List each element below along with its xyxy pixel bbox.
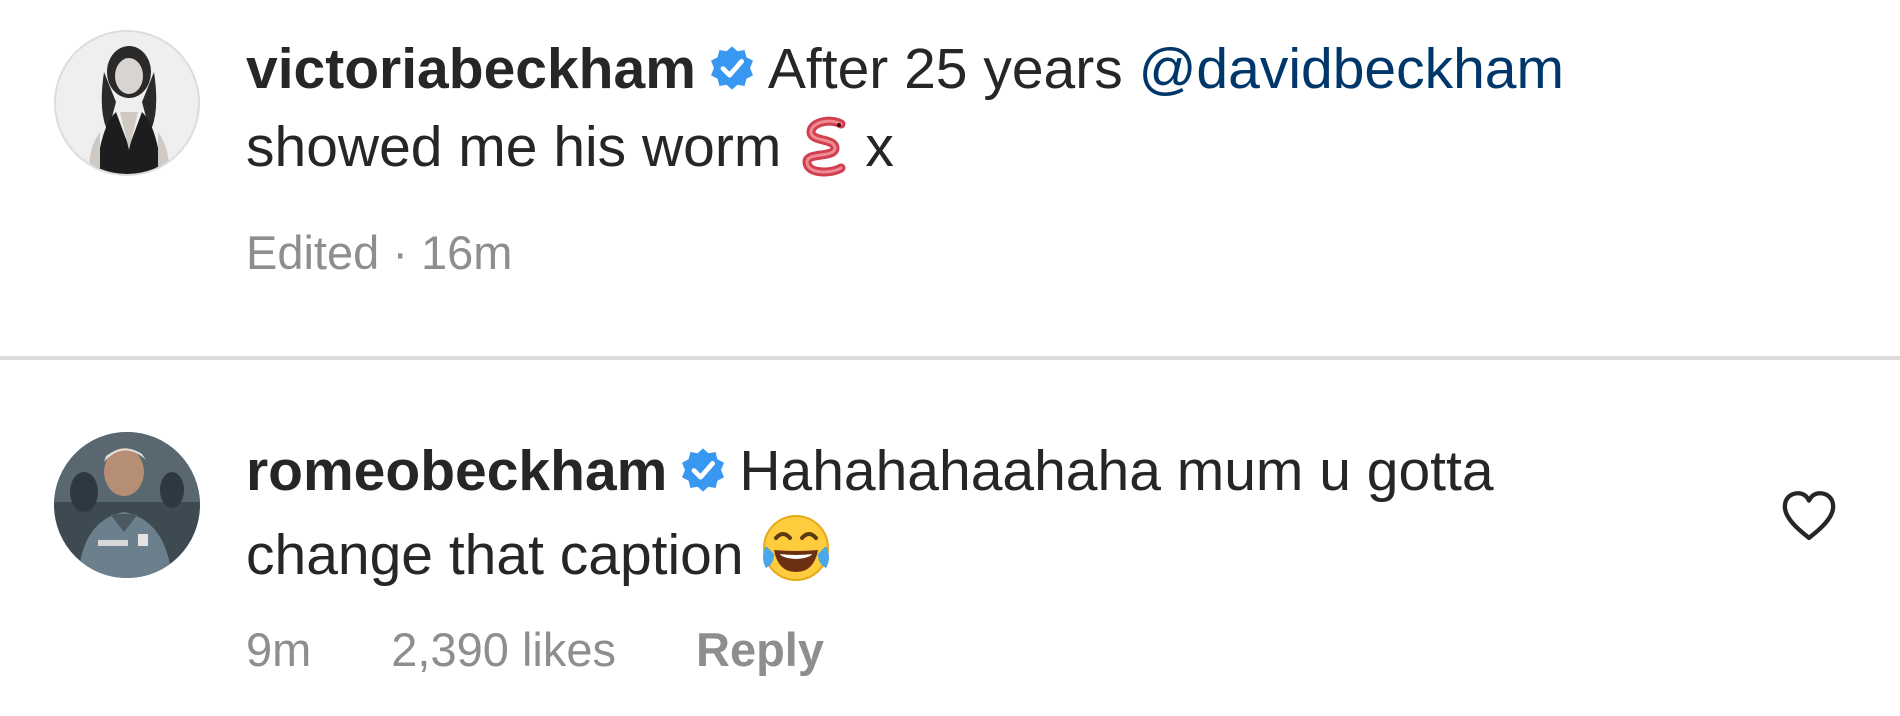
avatar[interactable] — [54, 30, 200, 176]
reply-button[interactable]: Reply — [696, 623, 824, 676]
face-with-tears-of-joy-emoji — [762, 515, 829, 581]
comment-meta: Edited · 16m — [246, 225, 592, 280]
verified-badge-icon — [682, 448, 725, 492]
comment-timestamp: 9m — [246, 623, 312, 676]
comment-body: romeobeckham Hahahahaahaha mum u gotta c… — [246, 432, 1546, 594]
edited-timestamp: Edited · 16m — [246, 226, 513, 279]
avatar[interactable] — [54, 432, 200, 578]
comment-romeobeckham: romeobeckham Hahahahaahaha mum u gotta c… — [0, 362, 1900, 716]
worm-emoji — [802, 116, 846, 177]
heart-icon[interactable] — [1780, 488, 1838, 542]
likes-count[interactable]: 2,390 likes — [391, 623, 616, 676]
username[interactable]: victoriabeckham — [246, 37, 696, 101]
divider — [0, 356, 1900, 360]
comment-victoriabeckham: victoriabeckham After 25 years @davidbec… — [0, 0, 1900, 356]
comment-text-line2: showed me his worm — [246, 115, 782, 179]
avatar-image — [56, 32, 198, 174]
avatar-image — [54, 432, 200, 578]
comment-meta: 9m 2,390 likes Reply — [246, 622, 904, 677]
comment-body: victoriabeckham After 25 years @davidbec… — [246, 30, 1826, 186]
username[interactable]: romeobeckham — [246, 439, 667, 503]
verified-badge-icon — [710, 46, 753, 90]
comment-text: After 25 years — [767, 37, 1139, 101]
comment-text-end: x — [865, 115, 894, 179]
mention-link[interactable]: @davidbeckham — [1139, 37, 1564, 101]
